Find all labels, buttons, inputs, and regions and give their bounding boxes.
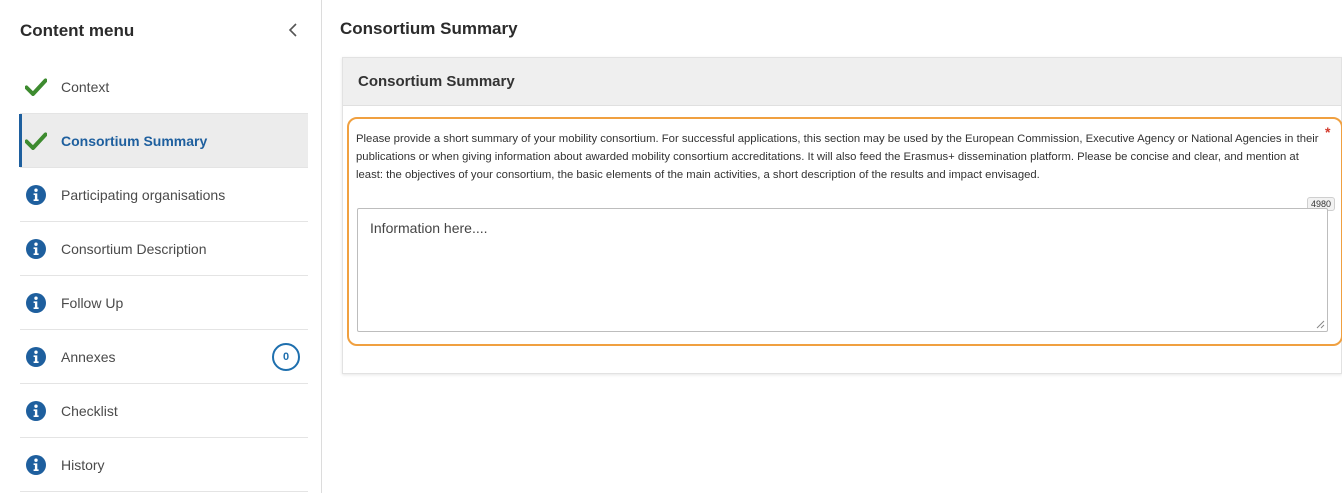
sidebar-item-label: Follow Up	[61, 294, 124, 311]
sidebar-item-label: Consortium Description	[61, 240, 207, 257]
sidebar-item-label: History	[61, 456, 105, 473]
resize-handle-icon[interactable]	[1315, 319, 1325, 329]
field-description: Please provide a short summary of your m…	[356, 133, 1319, 181]
check-icon	[25, 130, 47, 152]
sidebar-item-label: Participating organisations	[61, 186, 226, 203]
sidebar-header: Content menu	[0, 0, 322, 60]
collapse-sidebar-button[interactable]	[283, 20, 303, 40]
main-content: Consortium Summary Consortium Summary Pl…	[340, 0, 1342, 493]
sidebar-item-context[interactable]: Context	[20, 60, 308, 114]
check-icon	[25, 76, 47, 98]
sidebar-item-consortium-summary[interactable]: Consortium Summary	[19, 114, 308, 168]
summary-textarea[interactable]: Information here....	[357, 208, 1328, 332]
info-icon	[25, 238, 47, 260]
info-icon	[25, 184, 47, 206]
info-icon	[25, 346, 47, 368]
page: Content menu Context Consortium Summary	[0, 0, 1342, 493]
info-icon	[25, 292, 47, 314]
sidebar-item-label: Checklist	[61, 402, 118, 419]
panel-header: Consortium Summary	[343, 58, 1341, 106]
sidebar-item-label: Annexes	[61, 348, 116, 365]
annexes-count-badge: 0	[272, 343, 300, 371]
sidebar-item-annexes[interactable]: Annexes 0	[20, 330, 308, 384]
summary-textarea-value: Information here....	[370, 220, 488, 236]
sidebar-item-label: Context	[61, 78, 110, 95]
sidebar-item-consortium-description[interactable]: Consortium Description	[20, 222, 308, 276]
sidebar-item-follow-up[interactable]: Follow Up	[20, 276, 308, 330]
sidebar-nav: Context Consortium Summary Participating…	[19, 60, 308, 492]
info-icon	[25, 400, 47, 422]
page-title: Consortium Summary	[340, 19, 518, 38]
chevron-left-icon	[288, 23, 297, 37]
required-indicator: *	[1325, 124, 1331, 140]
consortium-summary-panel: Consortium Summary Please provide a shor…	[342, 57, 1342, 374]
info-icon	[25, 454, 47, 476]
panel-title: Consortium Summary	[358, 73, 515, 90]
sidebar-item-history[interactable]: History	[20, 438, 308, 492]
sidebar-item-label: Consortium Summary	[61, 132, 208, 149]
content-menu-sidebar: Content menu Context Consortium Summary	[0, 0, 322, 493]
sidebar-item-participating-organisations[interactable]: Participating organisations	[20, 168, 308, 222]
sidebar-title: Content menu	[20, 21, 135, 40]
sidebar-item-checklist[interactable]: Checklist	[20, 384, 308, 438]
